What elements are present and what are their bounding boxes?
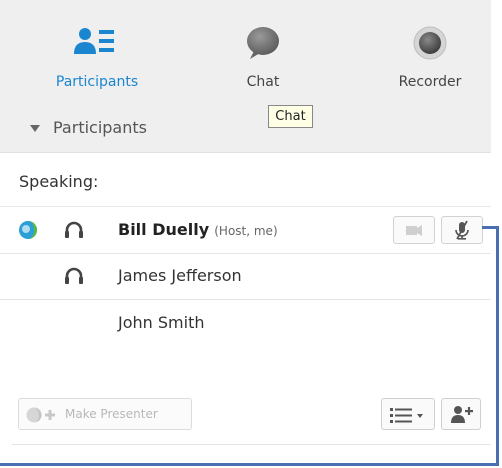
participants-section-header[interactable]: Participants: [0, 102, 491, 153]
participant-row-john-smith[interactable]: John Smith: [0, 300, 491, 346]
recorder-tab[interactable]: Recorder: [365, 0, 495, 102]
participant-name: John Smith: [118, 313, 205, 332]
participant-name: James Jefferson: [118, 266, 242, 285]
list-dropdown-icon: [390, 406, 428, 428]
section-title: Participants: [53, 118, 147, 137]
chat-tab[interactable]: Chat: [198, 0, 328, 102]
participants-icon: [73, 26, 121, 62]
speaking-label: Speaking:: [19, 172, 99, 191]
list-options-button[interactable]: [381, 398, 435, 430]
chat-bubble-icon: [245, 26, 281, 64]
mute-button[interactable]: [441, 216, 483, 244]
callout-line: [496, 226, 499, 466]
video-button[interactable]: [393, 216, 435, 244]
participants-tab[interactable]: Participants: [32, 0, 162, 102]
chat-tab-label: Chat: [246, 74, 280, 90]
participant-row-james-jefferson[interactable]: James Jefferson: [0, 253, 491, 300]
participant-role-note: (Host, me): [214, 224, 278, 238]
collapse-triangle-icon: [30, 125, 40, 132]
participant-name: Bill Duelly (Host, me): [118, 220, 278, 239]
make-presenter-label: Make Presenter: [65, 407, 158, 421]
headset-icon: [63, 219, 85, 245]
participants-tab-label: Participants: [55, 74, 139, 90]
make-presenter-button[interactable]: Make Presenter: [18, 398, 192, 430]
panel-bottom-divider: [12, 444, 491, 445]
make-presenter-icon: [25, 406, 61, 428]
record-icon: [413, 26, 447, 64]
toolbar: Participants Chat Recorder: [0, 0, 491, 102]
participant-row-bill-duelly[interactable]: Bill Duelly (Host, me): [0, 206, 491, 254]
participant-name-text: Bill Duelly: [118, 220, 210, 239]
chat-tooltip: Chat: [268, 105, 313, 128]
add-participant-button[interactable]: [441, 398, 481, 430]
add-participant-icon: [451, 405, 473, 429]
headset-icon: [63, 265, 85, 291]
callout-line: [0, 463, 499, 466]
status-icon: [18, 220, 38, 244]
recorder-tab-label: Recorder: [398, 74, 462, 90]
